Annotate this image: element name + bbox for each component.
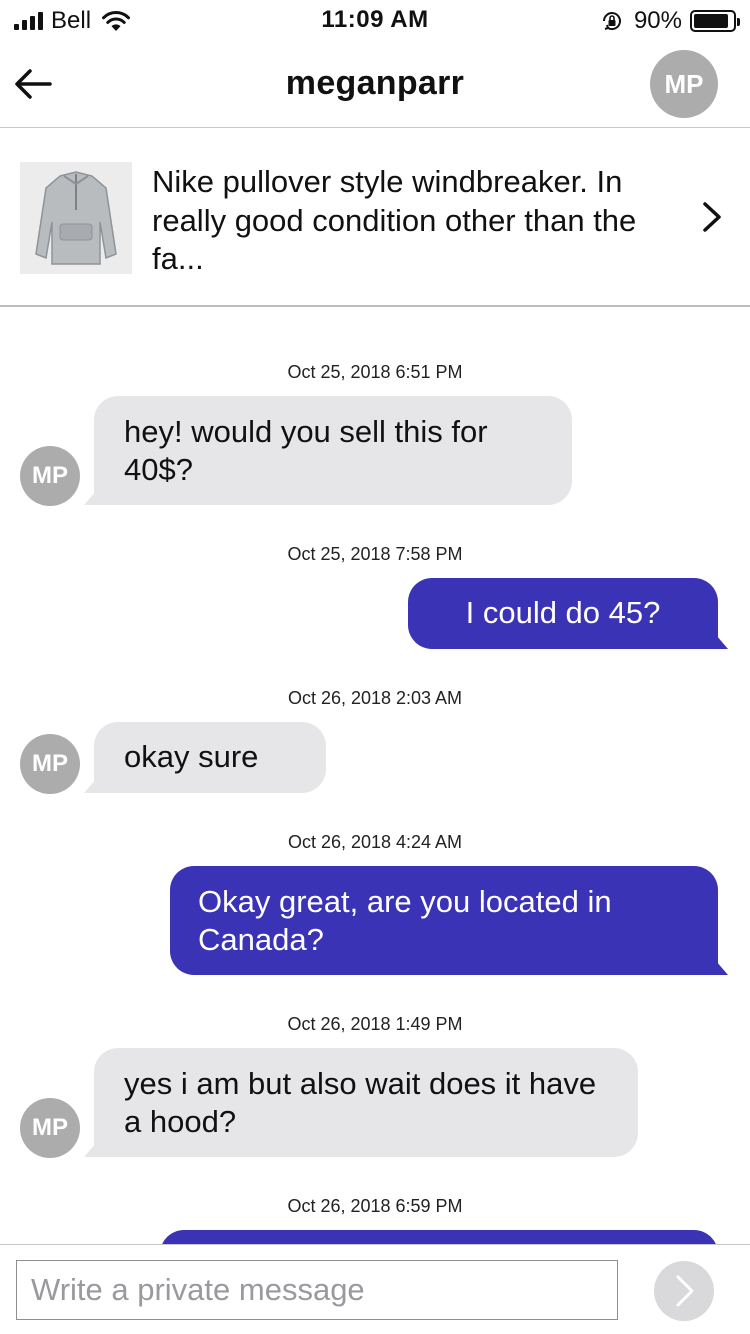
sender-avatar[interactable]: MP	[20, 1098, 80, 1158]
sender-avatar[interactable]: MP	[20, 734, 80, 794]
listing-description: Nike pullover style windbreaker. In real…	[152, 164, 637, 276]
outgoing-message: Okay great, are you located in Canada?	[170, 866, 728, 975]
message-thread[interactable]: Oct 25, 2018 6:51 PM MP hey! would you s…	[0, 308, 750, 1244]
user-avatar[interactable]: MP	[650, 50, 718, 118]
windbreaker-jacket-photo	[20, 162, 132, 274]
listing-preview[interactable]: Nike pullover style windbreaker. In real…	[0, 129, 750, 307]
battery-percent: 90%	[633, 7, 682, 34]
message-input[interactable]	[16, 1260, 618, 1320]
battery-icon	[690, 10, 740, 32]
outgoing-message: I could do 45?	[408, 578, 728, 649]
battery-level	[694, 14, 729, 28]
incoming-message: okay sure	[84, 722, 326, 793]
outgoing-message	[160, 1230, 718, 1244]
message-timestamp: Oct 26, 2018 4:24 AM	[287, 832, 463, 852]
rotation-lock-icon	[602, 12, 621, 31]
message-timestamp: Oct 26, 2018 1:49 PM	[287, 1014, 463, 1034]
message-timestamp: Oct 25, 2018 7:58 PM	[287, 544, 463, 564]
chevron-right-icon	[703, 202, 721, 232]
conversation-header: meganparr MP	[0, 40, 750, 128]
status-bar: Bell 11:09 AM 90%	[0, 0, 750, 40]
send-button[interactable]	[654, 1261, 714, 1321]
message-composer	[0, 1244, 750, 1334]
message-timestamp: Oct 25, 2018 6:51 PM	[287, 362, 463, 382]
send-arrow-icon	[676, 1275, 694, 1307]
incoming-message: yes i am but also wait does it have a ho…	[84, 1048, 638, 1157]
sender-avatar[interactable]: MP	[20, 446, 80, 506]
message-timestamp: Oct 26, 2018 6:59 PM	[287, 1196, 463, 1216]
listing-thumbnail	[20, 162, 132, 274]
message-timestamp: Oct 26, 2018 2:03 AM	[287, 688, 463, 708]
incoming-message: hey! would you sell this for 40$?	[84, 396, 572, 505]
page-title: meganparr	[285, 64, 465, 102]
